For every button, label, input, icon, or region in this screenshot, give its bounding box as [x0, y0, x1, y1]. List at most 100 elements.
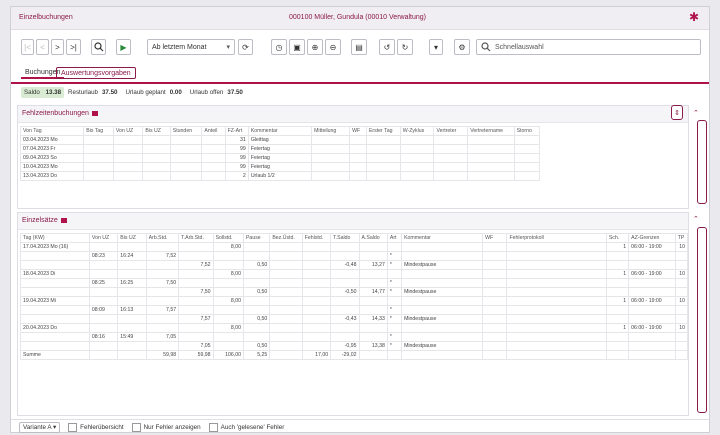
variant-select[interactable]: Variante A ▾ — [19, 422, 61, 433]
table-row[interactable]: 08:25 16:25 7,50 * — [20, 278, 689, 288]
table-row[interactable]: 08:09 16:13 7,57 * — [20, 305, 689, 315]
history-back-icon[interactable]: ↺ — [379, 39, 395, 55]
fehleruebersicht-checkbox[interactable] — [68, 423, 78, 432]
next-record-icon[interactable]: > — [51, 39, 64, 55]
refresh-icon[interactable]: ⟳ — [238, 39, 253, 55]
table-row[interactable]: 7,50 0,50 -0,50 14,77 * Mindestpause — [20, 287, 689, 297]
table-cell — [112, 162, 144, 172]
column-header[interactable]: TP — [674, 233, 689, 243]
column-header[interactable]: Kommentar — [247, 126, 313, 136]
table-row[interactable]: 09.04.2023 So 99 Feiertag — [19, 153, 541, 163]
prev-record-icon[interactable]: < — [36, 39, 49, 55]
table-cell — [433, 171, 469, 181]
table-row[interactable]: Summe 59,98 59,98 106,00 5,25 17,00 -29,02 — [20, 350, 689, 360]
table-row[interactable]: 03.04.2023 Mo 31 Gleittag — [19, 135, 541, 145]
column-header[interactable]: Von UZ — [112, 126, 144, 136]
first-record-icon[interactable]: |< — [21, 39, 34, 55]
last-record-icon[interactable]: >| — [66, 39, 81, 55]
collapse-einzelsaetze-icon[interactable]: ⌃ — [693, 215, 699, 223]
footer-bar: Variante A ▾ Fehlerübersicht Nur Fehler … — [11, 419, 709, 435]
table-row[interactable]: 17.04.2023 Mo (16) 8,00 1 06:00 - 19:00 10 — [20, 242, 689, 252]
column-header[interactable]: Vertretername — [467, 126, 515, 136]
column-header[interactable]: Bis UZ — [117, 233, 147, 243]
column-header[interactable]: FZ-Art — [224, 126, 249, 136]
document-icon[interactable]: ▤ — [351, 39, 367, 55]
column-header[interactable]: WF — [349, 126, 367, 136]
column-header[interactable]: Bez.Üstd. — [269, 233, 303, 243]
column-header[interactable]: Mitteilung — [311, 126, 351, 136]
search-icon[interactable] — [91, 39, 106, 55]
column-header[interactable]: Storno — [513, 126, 541, 136]
table-cell — [330, 305, 360, 315]
pin-icon[interactable]: ✱ — [689, 10, 699, 24]
einzelsaetze-scrollbar[interactable] — [697, 227, 707, 413]
gear-icon[interactable]: ⚙ — [454, 39, 470, 55]
table-row[interactable]: 08:16 15:49 7,05 * — [20, 332, 689, 342]
nur-fehler-checkbox[interactable] — [131, 423, 141, 432]
table-cell — [605, 260, 630, 270]
collapse-fehlzeiten-icon[interactable]: ⌃ — [693, 109, 699, 117]
column-header[interactable]: Anteil — [201, 126, 226, 136]
column-header[interactable]: Bis Tag — [83, 126, 114, 136]
table-row[interactable]: 7,57 0,50 -0,43 14,33 * Mindestpause — [20, 314, 689, 324]
table-cell: 18.04.2023 Di — [20, 269, 90, 279]
table-row[interactable]: 13.04.2023 Do 2 Urlaub 1/2 — [19, 171, 541, 181]
table-cell — [482, 269, 508, 279]
column-header[interactable]: Stunden — [169, 126, 203, 136]
table-row[interactable]: 10.04.2023 Mo 99 Feiertag — [19, 162, 541, 172]
table-cell — [311, 162, 351, 172]
column-header[interactable]: Fehlstd. — [301, 233, 332, 243]
play-icon[interactable]: ▶ — [116, 39, 131, 55]
column-header[interactable]: A.Saldo — [358, 233, 388, 243]
column-header[interactable]: Erster Tag — [365, 126, 401, 136]
zoom-in-icon[interactable]: ⊕ — [307, 39, 323, 55]
gelesene-fehler-checkbox[interactable] — [208, 423, 218, 432]
column-header[interactable]: Pause — [242, 233, 271, 243]
column-header[interactable]: Sch. — [605, 233, 630, 243]
column-header[interactable]: Sollstd. — [212, 233, 244, 243]
table-cell — [330, 332, 360, 342]
clock-icon[interactable]: ◷ — [271, 39, 287, 55]
table-cell — [20, 332, 90, 342]
column-header[interactable]: Arb.Std. — [145, 233, 180, 243]
table-row[interactable]: 7,52 0,50 -0,48 13,27 * Mindestpause — [20, 260, 689, 270]
sort-toggle-icon[interactable]: ⇕ — [671, 105, 683, 120]
table-row[interactable]: 20.04.2023 Do 8,00 1 06:00 - 19:00 10 — [20, 323, 689, 333]
table-row[interactable]: 19.04.2023 Mi 8,00 1 06:00 - 19:00 10 — [20, 296, 689, 306]
history-forward-icon[interactable]: ↻ — [397, 39, 413, 55]
column-header[interactable]: AZ-Grenzen — [628, 233, 676, 243]
column-header[interactable]: T.Arb.Std. — [178, 233, 214, 243]
fehlzeiten-scrollbar[interactable] — [697, 120, 707, 204]
column-header[interactable]: Kommentar — [401, 233, 484, 243]
table-cell — [311, 144, 351, 154]
column-header[interactable]: T.Saldo — [330, 233, 360, 243]
table-cell — [269, 260, 303, 270]
column-header[interactable]: Vertreter — [433, 126, 469, 136]
table-cell — [358, 305, 388, 315]
table-row[interactable]: 07.04.2023 Fr 99 Feiertag — [19, 144, 541, 154]
column-header[interactable]: Von UZ — [88, 233, 119, 243]
table-cell — [365, 153, 401, 163]
column-header[interactable]: Fehlerprotokoll — [506, 233, 607, 243]
dropdown-icon[interactable]: ▾ — [429, 39, 443, 55]
table-row[interactable]: 08:23 16:24 7,52 * — [20, 251, 689, 261]
column-header[interactable]: Bis UZ — [142, 126, 171, 136]
column-header[interactable]: Von Tag — [19, 126, 85, 136]
fehlzeiten-panel: Fehlzeitenbuchungen Von Tag Bis Tag Von UZ… — [17, 105, 689, 209]
column-header[interactable]: W-Zyklus — [399, 126, 435, 136]
tab-auswertungsvorgaben[interactable]: Auswertungsvorgaben — [56, 67, 136, 79]
calendar-icon[interactable]: ▣ — [289, 39, 305, 55]
table-cell — [301, 269, 332, 279]
month-select[interactable]: Ab letztem Monat ▾ — [147, 39, 235, 55]
column-header[interactable]: Tag (KW) — [20, 233, 90, 243]
zoom-out-icon[interactable]: ⊖ — [325, 39, 341, 55]
table-cell: 5,25 — [242, 350, 271, 360]
column-header[interactable]: WF — [482, 233, 508, 243]
table-row[interactable]: 18.04.2023 Di 8,00 1 06:00 - 19:00 10 — [20, 269, 689, 279]
table-row[interactable]: 7,05 0,50 -0,95 13,38 * Mindestpause — [20, 341, 689, 351]
table-cell — [112, 171, 144, 181]
table-cell — [506, 287, 607, 297]
quick-search-input[interactable]: Schnellauswahl — [476, 39, 701, 55]
column-header[interactable]: Art — [386, 233, 403, 243]
table-cell — [358, 332, 388, 342]
